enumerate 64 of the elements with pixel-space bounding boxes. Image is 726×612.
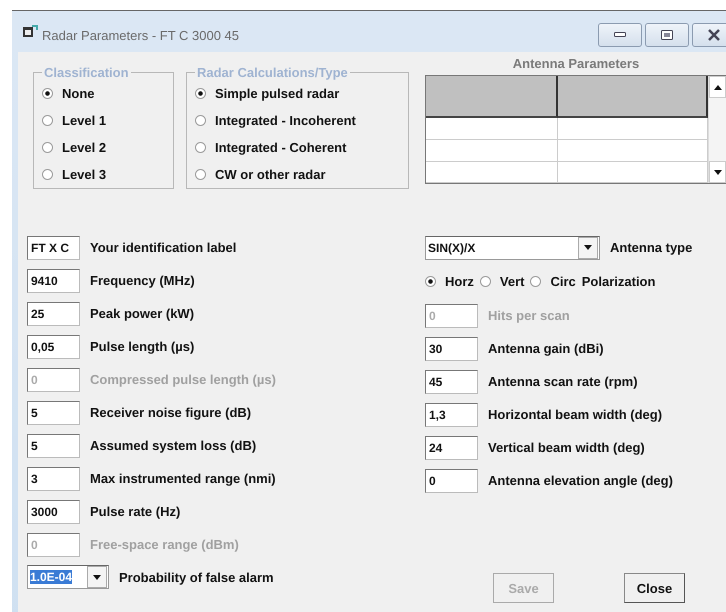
radio-button[interactable]: Simple pulsed radar: [195, 86, 408, 101]
down-arrow-icon: [714, 170, 722, 174]
radio-button[interactable]: Integrated - Incoherent: [195, 113, 408, 128]
input-field[interactable]: 0,05: [27, 334, 80, 358]
radio-button[interactable]: Horz: [425, 274, 474, 289]
radio-button[interactable]: Level 2: [42, 140, 173, 155]
input-field[interactable]: 5: [27, 400, 80, 424]
dropdown[interactable]: 1.0E-04: [27, 565, 109, 589]
field-label: Antenna scan rate (rpm): [488, 374, 638, 389]
field-label: Polarization: [582, 274, 656, 289]
field-label: Max instrumented range (nmi): [90, 471, 276, 486]
radio-button[interactable]: Integrated - Coherent: [195, 140, 408, 155]
maximize-button[interactable]: [645, 22, 689, 46]
column-header[interactable]: [558, 76, 708, 118]
radio-button[interactable]: CW or other radar: [195, 167, 408, 182]
radio-button[interactable]: None: [42, 86, 173, 101]
window-title: Radar Parameters - FT C 3000 45: [42, 27, 240, 43]
field-label: Assumed system loss (dB): [90, 438, 256, 453]
field-label: Frequency (MHz): [90, 273, 195, 288]
input-field[interactable]: FT X C: [27, 236, 80, 260]
input-field[interactable]: 1,3: [425, 402, 478, 426]
dialog-button[interactable]: Close: [624, 573, 685, 603]
radio-button[interactable]: Level 1: [42, 113, 173, 128]
up-arrow-icon: [714, 84, 722, 90]
dropdown[interactable]: SIN(X)/X: [425, 236, 600, 260]
radio-button[interactable]: Vert: [480, 274, 524, 289]
down-arrow-icon: [584, 245, 592, 250]
radio-button[interactable]: Circ: [530, 274, 576, 289]
group-title: Classification: [43, 65, 130, 80]
input-field[interactable]: 5: [27, 434, 80, 458]
app-icon: [22, 24, 38, 38]
table-title: Antenna Parameters: [512, 56, 640, 71]
minimize-button[interactable]: [598, 22, 642, 46]
field-label: Antenna elevation angle (deg): [488, 473, 673, 488]
radio-button[interactable]: Level 3: [42, 167, 173, 182]
field-label: Hits per scan: [488, 308, 570, 323]
field-label: Horizontal beam width (deg): [488, 407, 662, 422]
input-field[interactable]: 45: [425, 370, 478, 394]
group-title: Radar Calculations/Type: [196, 65, 349, 80]
field-label: Peak power (kW): [90, 306, 194, 321]
minimize-icon: [614, 32, 626, 37]
input-field[interactable]: 0: [425, 468, 478, 492]
field-label: Pulse length (µs): [90, 339, 194, 354]
field-label: Vertical beam width (deg): [488, 440, 645, 455]
input-field[interactable]: 3000: [27, 500, 80, 524]
field-label: Receiver noise figure (dB): [90, 405, 252, 420]
input-field[interactable]: 25: [27, 302, 80, 326]
close-button[interactable]: [692, 22, 726, 46]
close-icon: [707, 28, 721, 40]
down-arrow-icon: [93, 574, 101, 580]
input-field[interactable]: 24: [425, 436, 478, 460]
input-field[interactable]: 3: [27, 466, 80, 490]
field-label: Antenna type: [610, 240, 692, 255]
field-label: Pulse rate (Hz): [90, 504, 180, 519]
field-label: Compressed pulse length (µs): [90, 372, 276, 387]
input-field[interactable]: 30: [425, 336, 478, 360]
field-label: Antenna gain (dBi): [488, 341, 604, 356]
maximize-icon: [661, 30, 673, 40]
field-label: Probability of false alarm: [119, 570, 274, 584]
column-header[interactable]: [426, 76, 558, 118]
scrollbar[interactable]: [708, 76, 726, 183]
field-label: Your identification label: [90, 240, 236, 255]
field-label: Free-space range (dBm): [90, 537, 239, 552]
input-field[interactable]: 9410: [27, 268, 80, 292]
